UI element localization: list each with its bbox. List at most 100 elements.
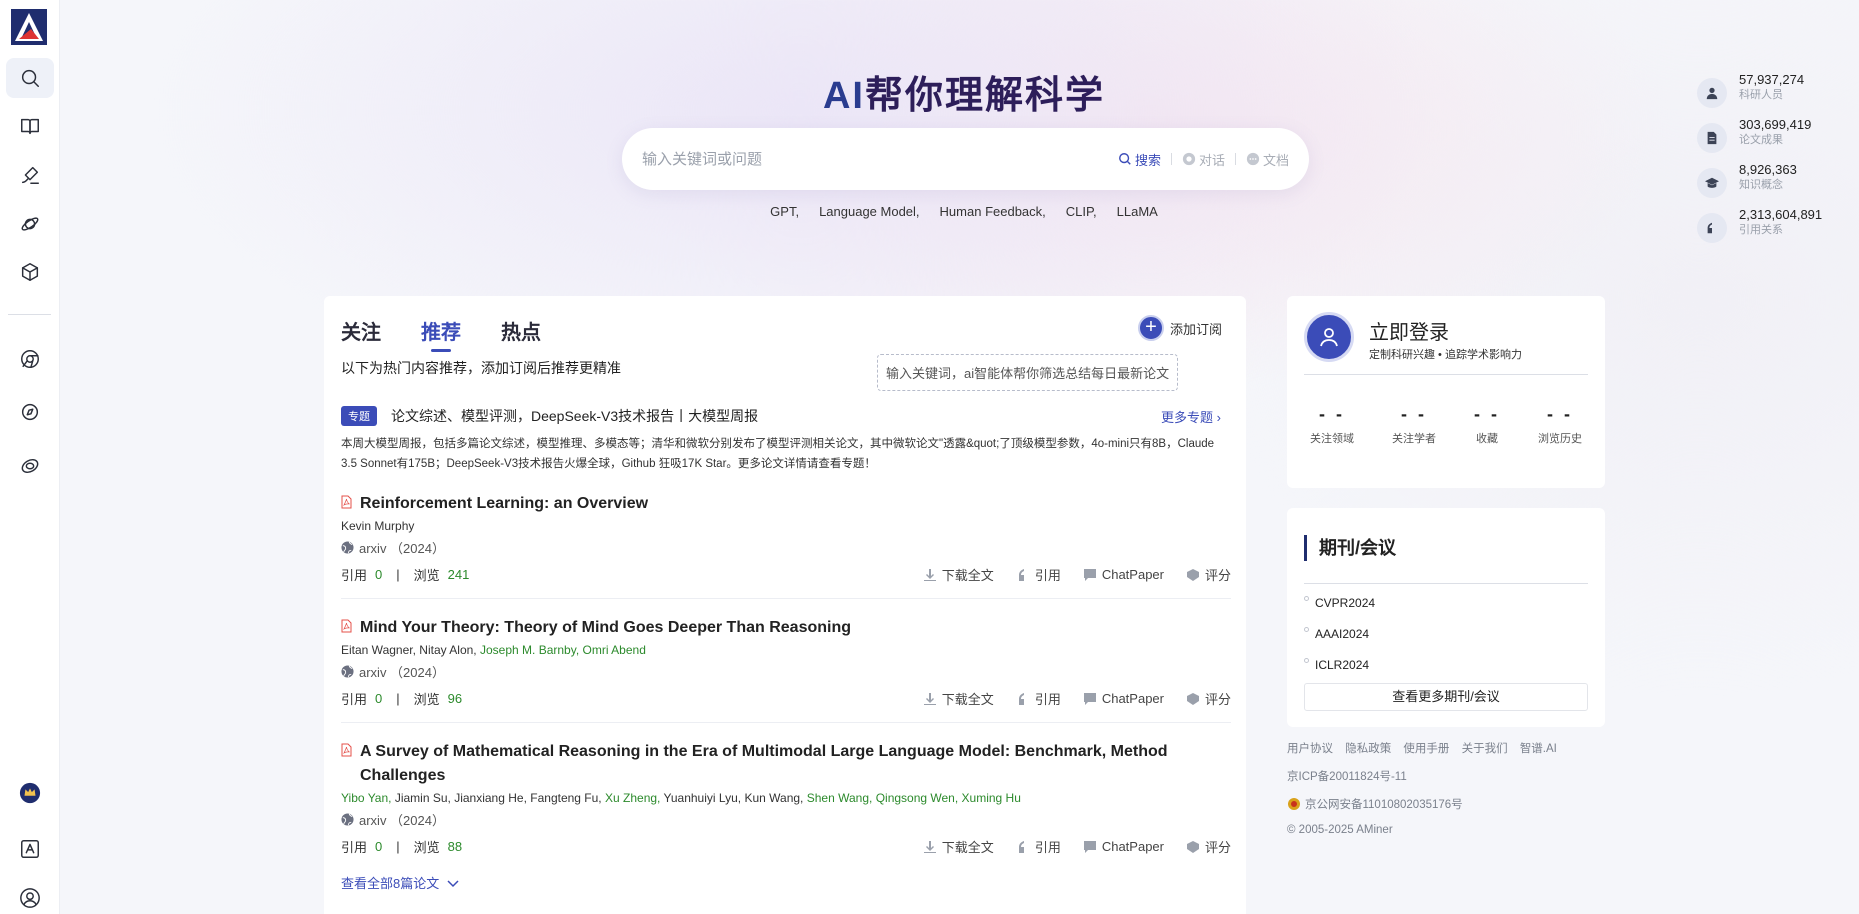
icp-record[interactable]: 京ICP备20011824号-11 bbox=[1287, 768, 1566, 784]
mode-search[interactable]: 搜索 bbox=[1118, 150, 1161, 169]
author[interactable]: Yuanhuiyi Lyu, bbox=[664, 791, 742, 805]
stat-value: 303,699,419 bbox=[1739, 117, 1812, 132]
aminer-logo[interactable] bbox=[11, 9, 47, 45]
sidebar-write[interactable] bbox=[6, 155, 54, 195]
journal-item[interactable]: CVPR2024 bbox=[1315, 596, 1375, 610]
tab-follow[interactable]: 关注 bbox=[341, 316, 381, 345]
paper-meta: 引用 0 | 浏览 241 下载全文 引用 ChatPaper 评分 bbox=[341, 565, 1231, 584]
add-subscription-button[interactable]: + 添加订阅 bbox=[1138, 315, 1222, 341]
rate-label: 评分 bbox=[1204, 840, 1231, 855]
cite-button[interactable]: 引用 bbox=[1016, 837, 1061, 856]
journal-item[interactable]: AAAI2024 bbox=[1315, 627, 1369, 641]
author[interactable]: Joseph M. Barnby, bbox=[480, 643, 579, 657]
hot-keyword[interactable]: GPT, bbox=[770, 204, 799, 219]
author[interactable]: Eitan Wagner, bbox=[341, 643, 416, 657]
cite-label: 引用 bbox=[341, 568, 368, 583]
rate-button[interactable]: 评分 bbox=[1186, 565, 1231, 584]
police-record[interactable]: 京公网安备11010802035176号 bbox=[1287, 796, 1566, 812]
sidebar-user[interactable] bbox=[6, 878, 54, 914]
journal-item[interactable]: ICLR2024 bbox=[1315, 658, 1369, 672]
sidebar-vip[interactable] bbox=[6, 773, 54, 813]
download-button[interactable]: 下载全文 bbox=[923, 837, 994, 856]
chatpaper-button[interactable]: ChatPaper bbox=[1083, 565, 1164, 584]
footer: 用户协议 隐私政策 使用手册 关于我们 智谱.AI 京ICP备20011824号… bbox=[1287, 740, 1566, 836]
author[interactable]: Xuming Hu bbox=[962, 791, 1021, 805]
rate-button[interactable]: 评分 bbox=[1186, 689, 1231, 708]
sidebar-apps[interactable] bbox=[6, 252, 54, 292]
hot-keyword[interactable]: LLaMA bbox=[1117, 204, 1158, 219]
rate-button[interactable]: 评分 bbox=[1186, 837, 1231, 856]
view-count: 241 bbox=[447, 567, 470, 582]
author[interactable]: Fangteng Fu, bbox=[530, 791, 601, 805]
author[interactable]: Jianxiang He, bbox=[454, 791, 527, 805]
rate-label: 评分 bbox=[1204, 692, 1231, 707]
mode-divider bbox=[1170, 153, 1172, 165]
sidebar-translate[interactable] bbox=[6, 829, 54, 869]
more-journals-button[interactable]: 查看更多期刊/会议 bbox=[1304, 683, 1588, 711]
topic-title[interactable]: 论文综述、模型评测，DeepSeek-V3技术报告丨大模型周报 bbox=[391, 406, 758, 426]
police-badge-icon bbox=[1288, 798, 1300, 810]
avatar[interactable] bbox=[1304, 312, 1354, 362]
tab-hot[interactable]: 热点 bbox=[501, 316, 541, 345]
mode-doc[interactable]: 文档 bbox=[1246, 150, 1289, 169]
author[interactable]: Shen Wang, bbox=[807, 791, 873, 805]
download-icon bbox=[923, 840, 936, 853]
paper-title[interactable]: Mind Your Theory: Theory of Mind Goes De… bbox=[341, 616, 1231, 640]
author[interactable]: Jiamin Su, bbox=[395, 791, 451, 805]
sidebar-zhipu[interactable] bbox=[6, 446, 54, 486]
stat-followed-scholars[interactable]: - - 关注学者 bbox=[1392, 404, 1436, 446]
hot-keyword[interactable]: Language Model, bbox=[819, 204, 919, 219]
author[interactable]: Kevin Murphy bbox=[341, 519, 414, 533]
paper-divider bbox=[341, 598, 1231, 599]
globe-icon bbox=[341, 541, 354, 554]
search-input[interactable] bbox=[642, 150, 1118, 168]
cite-button[interactable]: 引用 bbox=[1016, 689, 1061, 708]
sidebar-compass[interactable] bbox=[6, 392, 54, 432]
tab-recommend[interactable]: 推荐 bbox=[421, 316, 461, 352]
footer-link[interactable]: 关于我们 bbox=[1462, 743, 1508, 755]
user-icon bbox=[20, 888, 40, 908]
sidebar-browser-plugin[interactable] bbox=[6, 339, 54, 379]
document-icon bbox=[1697, 123, 1727, 153]
stat-label: 收藏 bbox=[1476, 433, 1498, 445]
mode-chat[interactable]: 对话 bbox=[1182, 150, 1225, 169]
author[interactable]: Kun Wang, bbox=[744, 791, 803, 805]
paper-authors: Yibo Yan, Jiamin Su, Jianxiang He, Fangt… bbox=[341, 790, 1231, 806]
meta-separator: | bbox=[396, 839, 400, 854]
stat-history[interactable]: - - 浏览历史 bbox=[1538, 404, 1582, 446]
more-topics-link[interactable]: 更多专题 › bbox=[1161, 407, 1221, 426]
paper-title[interactable]: Reinforcement Learning: an Overview bbox=[341, 492, 1231, 516]
paper-title[interactable]: A Survey of Mathematical Reasoning in th… bbox=[341, 740, 1231, 788]
footer-link[interactable]: 用户协议 bbox=[1287, 743, 1333, 755]
author[interactable]: Qingsong Wen, bbox=[876, 791, 959, 805]
footer-link[interactable]: 使用手册 bbox=[1403, 743, 1449, 755]
meta-separator: | bbox=[396, 567, 400, 582]
stat-label: 关注学者 bbox=[1392, 433, 1436, 445]
login-link[interactable]: 立即登录 bbox=[1369, 316, 1449, 345]
view-all-papers-link[interactable]: 查看全部8篇论文 bbox=[341, 873, 461, 892]
chatpaper-button[interactable]: ChatPaper bbox=[1083, 837, 1164, 856]
download-button[interactable]: 下载全文 bbox=[923, 689, 994, 708]
download-button[interactable]: 下载全文 bbox=[923, 565, 994, 584]
stat-followed-fields[interactable]: - - 关注领域 bbox=[1310, 404, 1354, 446]
stat-favorites[interactable]: - - 收藏 bbox=[1474, 404, 1500, 446]
document-dots-icon bbox=[1246, 152, 1260, 166]
author[interactable]: Xu Zheng, bbox=[605, 791, 660, 805]
chatpaper-button[interactable]: ChatPaper bbox=[1083, 689, 1164, 708]
paper-venue: arxiv （2024） bbox=[341, 662, 1231, 681]
author[interactable]: Omri Abend bbox=[583, 643, 646, 657]
author[interactable]: Nitay Alon, bbox=[419, 643, 476, 657]
chat-bubble-icon bbox=[1083, 692, 1096, 705]
translate-icon bbox=[21, 840, 39, 858]
cite-label: 引用 bbox=[341, 840, 368, 855]
topic-card: 专题 论文综述、模型评测，DeepSeek-V3技术报告丨大模型周报 更多专题 … bbox=[341, 406, 1221, 474]
footer-link[interactable]: 隐私政策 bbox=[1345, 743, 1391, 755]
hot-keyword[interactable]: Human Feedback, bbox=[940, 204, 1046, 219]
chat-bubble-icon bbox=[1083, 568, 1096, 581]
cite-button[interactable]: 引用 bbox=[1016, 565, 1061, 584]
footer-link[interactable]: 智谱.AI bbox=[1520, 743, 1557, 755]
view-count: 88 bbox=[447, 839, 463, 854]
hot-keyword[interactable]: CLIP, bbox=[1066, 204, 1097, 219]
stat-value: - - bbox=[1547, 404, 1573, 424]
author[interactable]: Yibo Yan, bbox=[341, 791, 391, 805]
